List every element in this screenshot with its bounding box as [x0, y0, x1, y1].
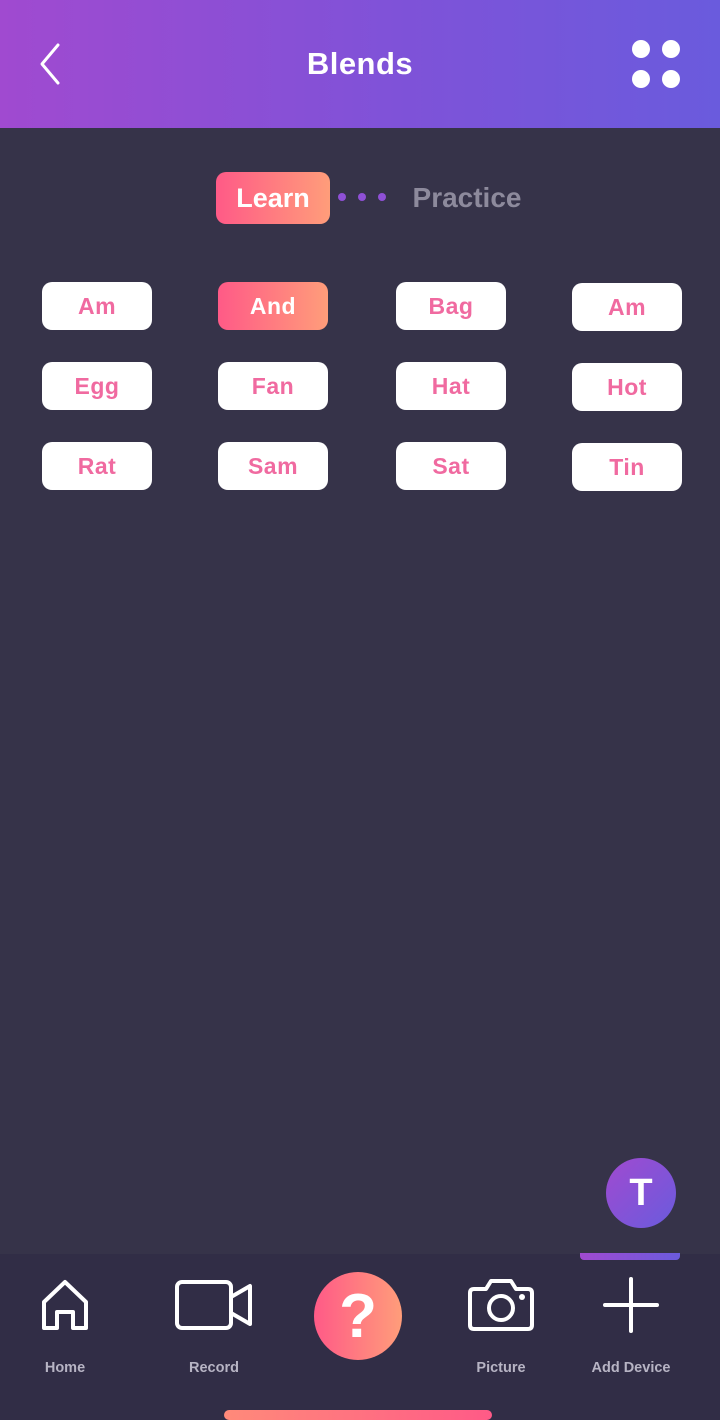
tab-add-device-label: Add Device	[591, 1360, 671, 1376]
word-button[interactable]: Hot	[572, 363, 682, 411]
page-title: Blends	[306, 46, 414, 81]
word-button[interactable]: Hat	[396, 362, 506, 410]
word-button[interactable]: Sat	[396, 442, 506, 490]
word-button[interactable]: Fan	[218, 362, 328, 410]
tab-record[interactable]: Record	[164, 1272, 264, 1392]
tab-picture[interactable]: Picture	[456, 1272, 546, 1392]
word-button[interactable]: Am	[42, 282, 152, 330]
word-button[interactable]: Tin	[572, 443, 682, 491]
word-button[interactable]: Egg	[42, 362, 152, 410]
video-camera-icon	[175, 1280, 252, 1330]
tab-add-device[interactable]: Add Device	[576, 1272, 686, 1392]
tab-practice[interactable]: Practice	[404, 172, 530, 224]
tab-learn[interactable]: Learn	[216, 172, 330, 224]
word-button[interactable]: Rat	[42, 442, 152, 490]
word-button-selected[interactable]: And	[218, 282, 328, 330]
tab-home-label: Home	[44, 1360, 86, 1376]
mode-toggle: Learn Practice	[0, 172, 720, 224]
avatar-indicator-bar	[580, 1253, 680, 1260]
word-button[interactable]: Bag	[396, 282, 506, 330]
word-button[interactable]: Am	[572, 283, 682, 331]
word-button[interactable]: Sam	[218, 442, 328, 490]
home-indicator	[224, 1410, 492, 1420]
grid-menu-button[interactable]	[626, 36, 686, 92]
question-icon: ?	[339, 1281, 377, 1351]
tab-home[interactable]: Home	[20, 1272, 110, 1392]
camera-icon	[468, 1279, 534, 1331]
help-button[interactable]: ?	[314, 1272, 402, 1360]
profile-avatar[interactable]: T	[606, 1158, 676, 1228]
app-header: Blends	[0, 0, 720, 128]
plus-icon	[603, 1277, 659, 1333]
tab-picture-label: Picture	[476, 1360, 526, 1376]
tab-record-label: Record	[189, 1360, 239, 1376]
dots-separator	[338, 193, 390, 203]
home-icon	[42, 1280, 88, 1330]
